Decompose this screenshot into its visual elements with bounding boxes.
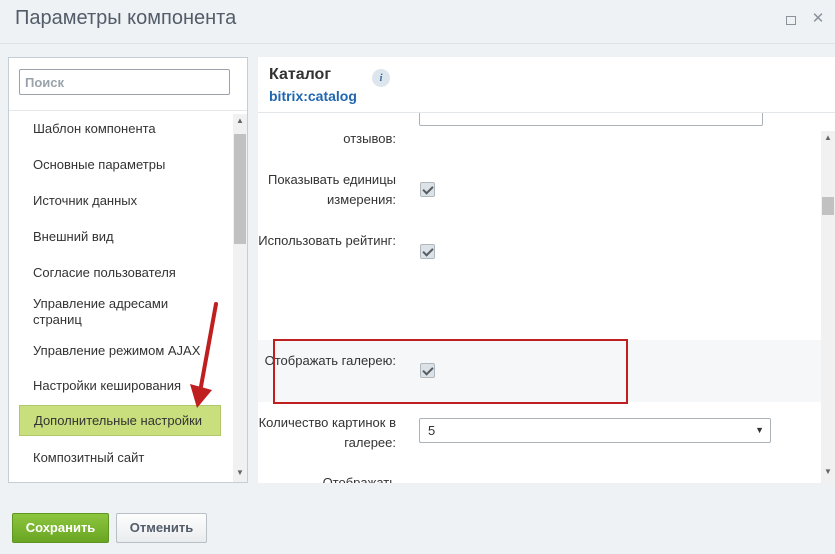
option-label: Количество картинок в галерее: [258,415,396,450]
sidebar-item-label: Дополнительные настройки [34,412,203,428]
content-scroll-thumb[interactable] [822,197,834,215]
cancel-button[interactable]: Отменить [116,513,207,543]
sidebar-scrollbar[interactable]: ▲ ▼ [233,114,247,482]
options-list: отзывов: Показывать единицы измерения: И… [258,113,821,483]
close-icon[interactable]: ✕ [811,11,825,26]
sidebar-item-composite-site[interactable]: Композитный сайт [19,447,221,469]
chevron-down-icon: ▼ [755,425,764,435]
title-bar: Параметры компонента ✕ [0,0,835,44]
search-input[interactable] [19,69,230,95]
sidebar-item-main-params[interactable]: Основные параметры [19,154,221,176]
component-code: bitrix:catalog [269,88,357,104]
sidebar-item-appearance[interactable]: Внешний вид [19,226,221,248]
maximize-icon[interactable] [783,12,797,26]
sidebar-item-label: Управление режимом AJAX [33,343,201,358]
sidebar: Шаблон компонента Основные параметры Ист… [8,57,248,483]
sidebar-item-user-consent[interactable]: Согласие пользователя [19,262,221,284]
sidebar-item-label: Внешний вид [33,229,114,244]
sidebar-item-label: Управление адресами страниц [33,296,169,327]
option-label: Отображать недоступные значения свойств [322,475,396,483]
annotation-arrow-icon [190,302,218,408]
sidebar-item-label: Композитный сайт [33,450,145,465]
sidebar-item-label: Настройки кеширования [33,378,182,393]
reviews-count-input[interactable] [419,113,763,126]
search-divider [9,110,247,111]
sidebar-item-label: Источник данных [33,193,138,208]
sidebar-item-template[interactable]: Шаблон компонента [19,118,221,140]
scroll-up-icon[interactable]: ▲ [821,131,835,145]
option-label: Показывать единицы измерения: [267,172,396,207]
option-label: Использовать рейтинг: [258,233,396,248]
gallery-count-select[interactable]: 5 ▼ [419,418,771,443]
window-title: Параметры компонента [15,7,237,29]
show-units-checkbox[interactable] [420,182,435,197]
info-icon[interactable]: i [372,69,390,87]
option-label: отзывов: [343,131,396,146]
use-rating-checkbox[interactable] [420,244,435,259]
select-value: 5 [428,423,436,438]
highlight-frame [273,339,628,404]
content-panel: Каталог bitrix:catalog i отзывов: Показы… [258,57,835,483]
sidebar-item-data-source[interactable]: Источник данных [19,190,221,212]
sidebar-scroll-thumb[interactable] [234,134,246,244]
component-title: Каталог [269,66,331,83]
sidebar-item-label: Шаблон компонента [33,121,156,136]
scroll-down-icon[interactable]: ▼ [821,465,835,479]
scroll-up-icon[interactable]: ▲ [233,114,247,128]
content-scrollbar[interactable]: ▲ ▼ [821,131,835,483]
scroll-down-icon[interactable]: ▼ [233,466,247,480]
save-button[interactable]: Сохранить [12,513,109,543]
sidebar-item-label: Согласие пользователя [33,265,176,280]
footer: Сохранить Отменить [0,495,835,554]
sidebar-item-label: Основные параметры [33,157,166,172]
sidebar-item-url-management[interactable]: Управление адресами страниц [19,294,204,330]
